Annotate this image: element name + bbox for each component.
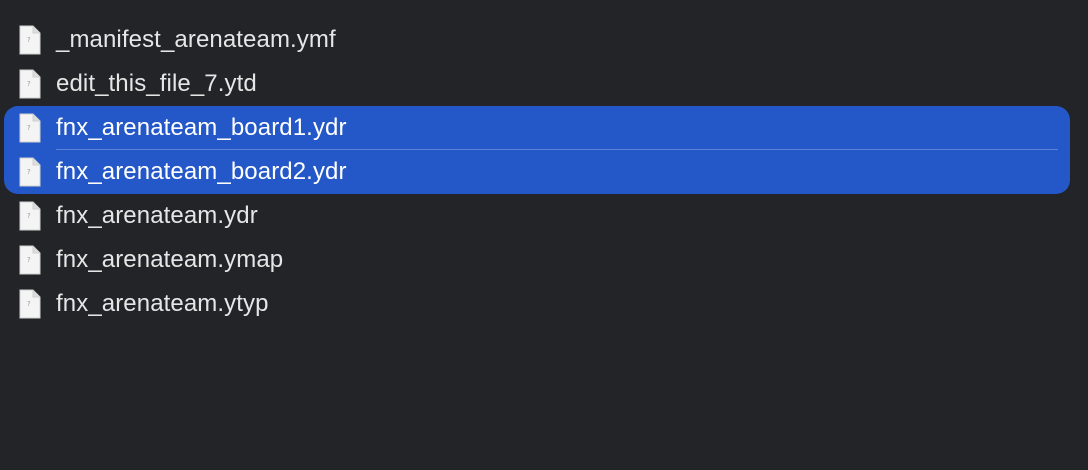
- file-row[interactable]: ? edit_this_file_7.ytd: [4, 62, 1070, 106]
- file-row[interactable]: ? _manifest_arenateam.ymf: [4, 18, 1070, 62]
- generic-document-icon: ?: [19, 69, 41, 99]
- generic-document-icon: ?: [19, 157, 41, 187]
- file-row[interactable]: ? fnx_arenateam.ytyp: [4, 282, 1070, 326]
- file-row[interactable]: ? fnx_arenateam.ydr: [4, 194, 1070, 238]
- file-row-selected[interactable]: ? fnx_arenateam_board2.ydr: [4, 150, 1070, 194]
- file-name: fnx_arenateam.ytyp: [56, 290, 269, 317]
- generic-document-icon: ?: [19, 25, 41, 55]
- file-row-selected[interactable]: ? fnx_arenateam_board1.ydr: [4, 106, 1070, 150]
- generic-document-icon: ?: [19, 289, 41, 319]
- svg-text:?: ?: [27, 124, 31, 132]
- svg-text:?: ?: [27, 36, 31, 44]
- file-name: fnx_arenateam.ydr: [56, 202, 258, 229]
- file-list: ? _manifest_arenateam.ymf ? edit_this_fi…: [0, 18, 1088, 326]
- file-name: edit_this_file_7.ytd: [56, 70, 257, 97]
- svg-text:?: ?: [27, 300, 31, 308]
- file-row[interactable]: ? fnx_arenateam.ymap: [4, 238, 1070, 282]
- file-name: fnx_arenateam_board1.ydr: [56, 114, 347, 141]
- svg-text:?: ?: [27, 168, 31, 176]
- file-name: _manifest_arenateam.ymf: [56, 26, 336, 53]
- generic-document-icon: ?: [19, 113, 41, 143]
- file-name: fnx_arenateam_board2.ydr: [56, 158, 347, 185]
- svg-text:?: ?: [27, 80, 31, 88]
- generic-document-icon: ?: [19, 201, 41, 231]
- svg-text:?: ?: [27, 212, 31, 220]
- svg-text:?: ?: [27, 256, 31, 264]
- file-name: fnx_arenateam.ymap: [56, 246, 284, 273]
- generic-document-icon: ?: [19, 245, 41, 275]
